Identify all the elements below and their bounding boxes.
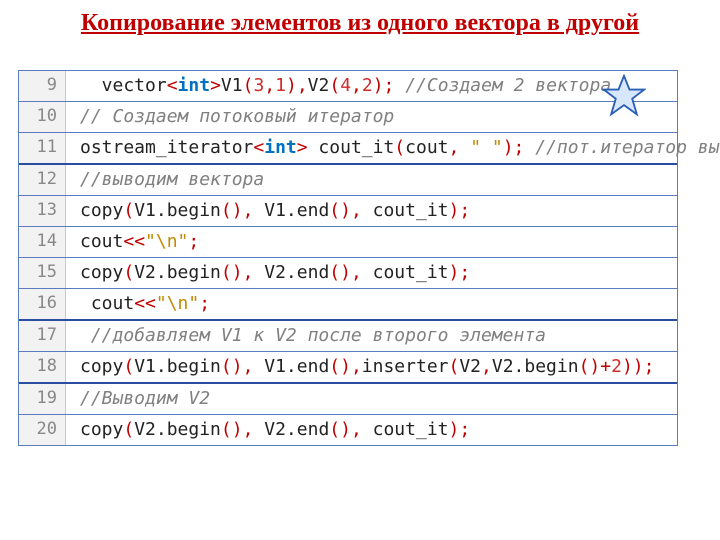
line-number: 13 bbox=[19, 196, 66, 226]
code-content: // Создаем потоковый итератор bbox=[66, 102, 677, 132]
code-content: cout<<"\n"; bbox=[66, 289, 677, 319]
line-number: 15 bbox=[19, 258, 66, 288]
code-content: cout<<"\n"; bbox=[66, 227, 677, 257]
code-content: ostream_iterator<int> cout_it(cout, " ")… bbox=[66, 133, 720, 163]
line-number: 16 bbox=[19, 289, 66, 319]
code-line: 15copy(V2.begin(), V2.end(), cout_it); bbox=[19, 257, 677, 288]
star-icon bbox=[602, 74, 646, 118]
code-line: 11ostream_iterator<int> cout_it(cout, " … bbox=[19, 132, 677, 163]
page-title: Копирование элементов из одного вектора … bbox=[0, 0, 720, 48]
code-line: 12//выводим вектора bbox=[19, 163, 677, 195]
code-content: //Выводим V2 bbox=[66, 384, 677, 414]
code-line: 16 cout<<"\n"; bbox=[19, 288, 677, 319]
code-content: //добавляем V1 к V2 после второго элемен… bbox=[66, 321, 677, 351]
code-line: 18copy(V1.begin(), V1.end(),inserter(V2,… bbox=[19, 351, 677, 382]
code-content: copy(V1.begin(), V1.end(), cout_it); bbox=[66, 196, 677, 226]
code-content: copy(V2.begin(), V2.end(), cout_it); bbox=[66, 415, 677, 445]
code-line: 20copy(V2.begin(), V2.end(), cout_it); bbox=[19, 414, 677, 445]
line-number: 17 bbox=[19, 321, 66, 351]
code-line: 10// Создаем потоковый итератор bbox=[19, 101, 677, 132]
line-number: 20 bbox=[19, 415, 66, 445]
line-number: 18 bbox=[19, 352, 66, 382]
code-editor: 9 vector<int>V1(3,1),V2(4,2); //Создаем … bbox=[18, 70, 678, 446]
code-line: 17 //добавляем V1 к V2 после второго эле… bbox=[19, 319, 677, 351]
line-number: 14 bbox=[19, 227, 66, 257]
line-number: 10 bbox=[19, 102, 66, 132]
line-number: 12 bbox=[19, 165, 66, 195]
line-number: 9 bbox=[19, 71, 66, 101]
line-number: 11 bbox=[19, 133, 66, 163]
code-content: copy(V1.begin(), V1.end(),inserter(V2,V2… bbox=[66, 352, 677, 382]
code-line: 19//Выводим V2 bbox=[19, 382, 677, 414]
code-content: //выводим вектора bbox=[66, 165, 677, 195]
line-number: 19 bbox=[19, 384, 66, 414]
code-line: 9 vector<int>V1(3,1),V2(4,2); //Создаем … bbox=[19, 71, 677, 101]
code-line: 13copy(V1.begin(), V1.end(), cout_it); bbox=[19, 195, 677, 226]
code-content: copy(V2.begin(), V2.end(), cout_it); bbox=[66, 258, 677, 288]
code-content: vector<int>V1(3,1),V2(4,2); //Создаем 2 … bbox=[66, 71, 677, 101]
code-line: 14cout<<"\n"; bbox=[19, 226, 677, 257]
